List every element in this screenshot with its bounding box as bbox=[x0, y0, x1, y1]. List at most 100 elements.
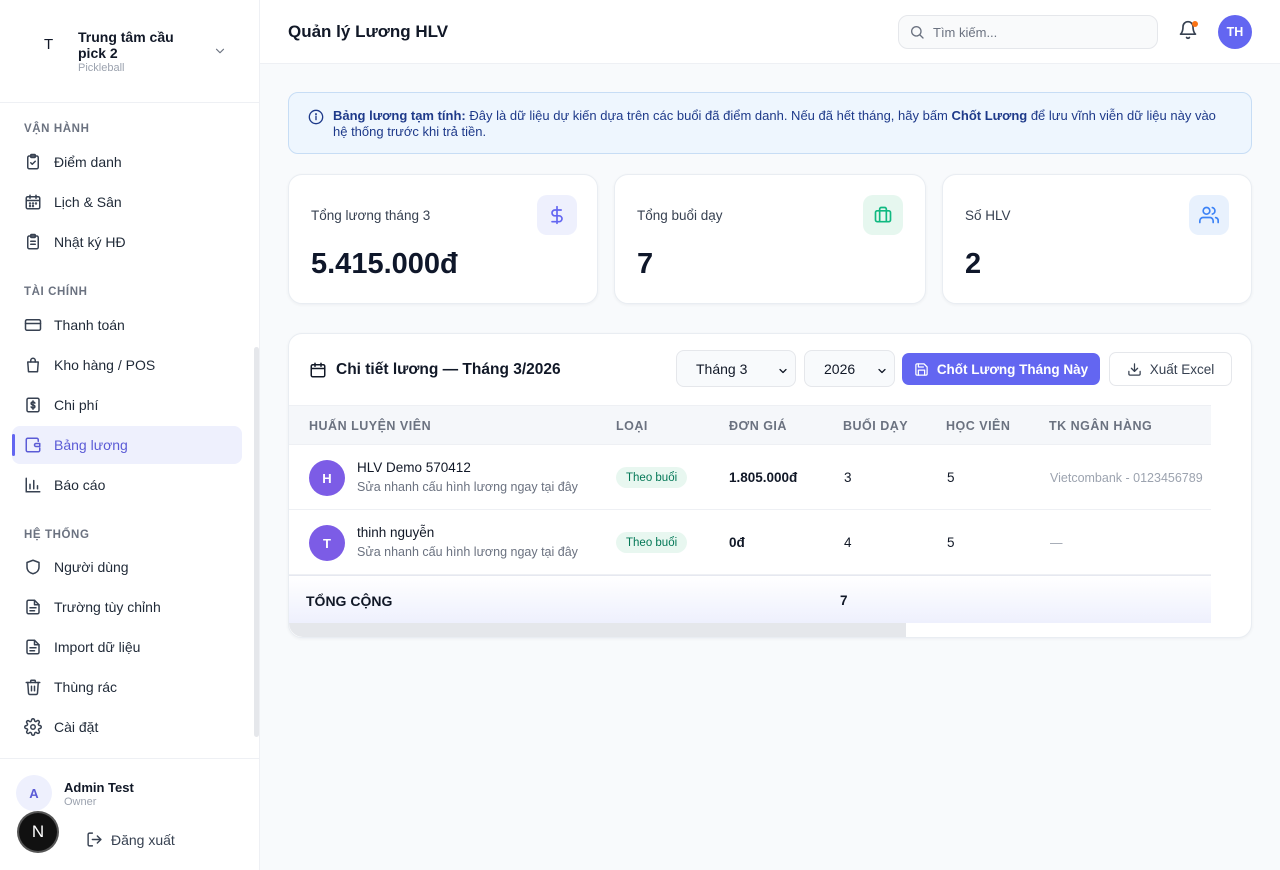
month-select[interactable]: Tháng 3 bbox=[676, 350, 796, 387]
sidebar-item-attendance[interactable]: Điểm danh bbox=[12, 143, 242, 181]
clipboard-check-icon bbox=[24, 153, 42, 171]
finalize-payroll-label: Chốt Lương Tháng Này bbox=[936, 361, 1089, 377]
logout-label: Đăng xuất bbox=[111, 831, 175, 848]
sidebar-item-custom-fields[interactable]: Trường tùy chỉnh bbox=[12, 588, 242, 626]
students-value: 5 bbox=[947, 535, 955, 550]
bank-account-value: — bbox=[1050, 536, 1063, 550]
stat-card-coach-count: Số HLV 2 bbox=[942, 174, 1252, 304]
rate-value: 1.805.000đ bbox=[729, 470, 798, 485]
gear-icon bbox=[24, 718, 42, 736]
sidebar-item-label: Trường tùy chỉnh bbox=[54, 599, 161, 615]
sidebar-item-users[interactable]: Người dùng bbox=[12, 548, 242, 586]
stat-card-total-salary: Tổng lương tháng 3 5.415.000đ bbox=[288, 174, 598, 304]
sidebar-scrollbar[interactable] bbox=[254, 347, 259, 737]
export-excel-label: Xuất Excel bbox=[1149, 361, 1215, 377]
dev-tools-badge[interactable]: N bbox=[19, 813, 57, 851]
receipt-dollar-icon bbox=[24, 396, 42, 414]
stat-card-total-sessions: Tổng buổi dạy 7 bbox=[614, 174, 926, 304]
banner-text: Bảng lương tạm tính: Đây là dữ liệu dự k… bbox=[333, 108, 1233, 140]
notifications-button[interactable] bbox=[1178, 20, 1198, 40]
briefcase-icon bbox=[863, 195, 903, 235]
brand-name: Trung tâm cầu pick 2 bbox=[78, 29, 174, 61]
credit-card-icon bbox=[24, 316, 42, 334]
status-badge: Theo buổi bbox=[616, 532, 688, 553]
section-title-finance: TÀI CHÍNH bbox=[24, 286, 88, 298]
notification-dot bbox=[1192, 21, 1198, 27]
coach-name: HLV Demo 570412 bbox=[357, 460, 471, 475]
column-header-type: LOẠI bbox=[616, 419, 648, 433]
banner-lead: Bảng lương tạm tính: bbox=[333, 108, 466, 123]
column-header-bank: TK NGÂN HÀNG bbox=[1049, 419, 1153, 433]
sidebar-item-schedule[interactable]: Lịch & Sân bbox=[12, 183, 242, 221]
sidebar-item-label: Bảng lương bbox=[54, 437, 128, 453]
section-title-system: HỆ THỐNG bbox=[24, 529, 90, 541]
sidebar-item-settings[interactable]: Cài đặt bbox=[12, 708, 242, 746]
sidebar-item-label: Điểm danh bbox=[54, 154, 122, 170]
column-header-rate: ĐƠN GIÁ bbox=[729, 419, 787, 433]
table-row[interactable]: H HLV Demo 570412 Sửa nhanh cấu hình lươ… bbox=[289, 445, 1211, 510]
banner-text-part1: Đây là dữ liệu dự kiến dựa trên các buổi… bbox=[465, 108, 952, 123]
sidebar-item-label: Thanh toán bbox=[54, 317, 125, 333]
total-label: TỔNG CỘNG bbox=[306, 593, 393, 609]
calendar-icon bbox=[309, 361, 327, 379]
sidebar-item-label: Import dữ liệu bbox=[54, 639, 141, 655]
total-sessions-value: 7 bbox=[840, 593, 848, 608]
avatar[interactable]: TH bbox=[1218, 15, 1252, 49]
year-select-value: 2026 bbox=[824, 360, 856, 377]
shield-icon bbox=[24, 558, 42, 576]
brand-subtitle: Pickleball bbox=[78, 62, 125, 74]
column-header-sessions: BUỔI DẠY bbox=[843, 419, 909, 433]
log-out-icon bbox=[86, 831, 103, 848]
month-select-value: Tháng 3 bbox=[696, 360, 748, 377]
bank-account-value: Vietcombank - 0123456789 bbox=[1050, 471, 1203, 485]
user-name: Admin Test bbox=[64, 780, 134, 795]
sidebar-item-label: Chi phí bbox=[54, 397, 99, 413]
sidebar-item-payment[interactable]: Thanh toán bbox=[12, 306, 242, 344]
column-header-coach: HUẤN LUYỆN VIÊN bbox=[309, 419, 432, 433]
table-row[interactable]: T thinh nguyễn Sửa nhanh cấu hình lương … bbox=[289, 510, 1211, 575]
sessions-value: 4 bbox=[844, 535, 852, 550]
search-input[interactable] bbox=[933, 24, 1133, 40]
quick-edit-hint[interactable]: Sửa nhanh cấu hình lương ngay tại đây bbox=[357, 545, 578, 559]
sidebar-item-payroll[interactable]: Bảng lương bbox=[12, 426, 242, 464]
finalize-payroll-button[interactable]: Chốt Lương Tháng Này bbox=[902, 353, 1100, 385]
avatar: H bbox=[309, 460, 345, 496]
sidebar-item-inventory[interactable]: Kho hàng / POS bbox=[12, 346, 242, 384]
section-title-ops: VẬN HÀNH bbox=[24, 123, 90, 135]
stat-label: Tổng buổi dạy bbox=[637, 208, 723, 223]
students-value: 5 bbox=[947, 470, 955, 485]
sidebar-item-activity-log[interactable]: Nhật ký HĐ bbox=[12, 223, 242, 261]
year-select[interactable]: 2026 bbox=[804, 350, 895, 387]
brand-switcher[interactable]: T Trung tâm cầu pick 2 Pickleball bbox=[0, 0, 259, 103]
top-bar: Quản lý Lương HLV TH bbox=[260, 0, 1280, 64]
user-role: Owner bbox=[64, 796, 97, 808]
sidebar-item-label: Kho hàng / POS bbox=[54, 357, 156, 373]
sidebar-item-expenses[interactable]: Chi phí bbox=[12, 386, 242, 424]
sidebar-item-label: Người dùng bbox=[54, 559, 129, 575]
search-box[interactable] bbox=[898, 15, 1158, 49]
table-title-text: Chi tiết lương — Tháng 3/2026 bbox=[336, 361, 561, 378]
quick-edit-hint[interactable]: Sửa nhanh cấu hình lương ngay tại đây bbox=[357, 480, 578, 494]
sidebar-item-import[interactable]: Import dữ liệu bbox=[12, 628, 242, 666]
status-badge: Theo buổi bbox=[616, 467, 688, 488]
banner-emphasis: Chốt Lương bbox=[951, 108, 1028, 123]
dollar-icon bbox=[537, 195, 577, 235]
horizontal-scrollbar[interactable] bbox=[289, 623, 906, 637]
clipboard-list-icon bbox=[24, 233, 42, 251]
sidebar-item-trash[interactable]: Thùng rác bbox=[12, 668, 242, 706]
export-excel-button[interactable]: Xuất Excel bbox=[1109, 352, 1232, 386]
sidebar-item-label: Thùng rác bbox=[54, 679, 118, 695]
file-text-icon bbox=[24, 638, 42, 656]
logout-button[interactable]: Đăng xuất bbox=[86, 831, 175, 848]
sidebar-item-reports[interactable]: Báo cáo bbox=[12, 466, 242, 504]
download-icon bbox=[1127, 362, 1142, 377]
chevron-down-icon[interactable] bbox=[213, 44, 227, 58]
chevron-down-icon bbox=[876, 365, 888, 377]
wallet-icon bbox=[24, 436, 42, 454]
info-banner: Bảng lương tạm tính: Đây là dữ liệu dự k… bbox=[288, 92, 1252, 154]
avatar[interactable]: A bbox=[16, 775, 52, 811]
trash-icon bbox=[24, 678, 42, 696]
sidebar-item-label: Cài đặt bbox=[54, 719, 99, 735]
brand-logo-letter: T bbox=[44, 36, 54, 53]
column-header-students: HỌC VIÊN bbox=[946, 419, 1011, 433]
